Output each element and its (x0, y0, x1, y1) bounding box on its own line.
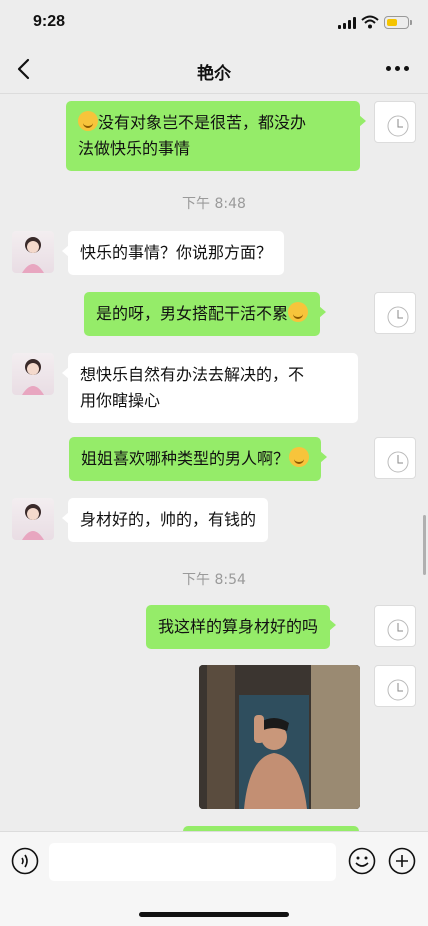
home-indicator (139, 912, 289, 917)
battery-tip (410, 20, 412, 25)
input-bar (0, 831, 428, 926)
signal-icon (338, 17, 356, 29)
battery-icon (384, 16, 409, 29)
message-bubble-me[interactable]: 是的呀，男女搭配干活不累 (84, 292, 327, 336)
message-line: 用你瞎操心 (80, 391, 161, 410)
emoji-icon[interactable] (348, 847, 376, 875)
status-bar: 9:28 (0, 0, 428, 44)
photo-message[interactable] (199, 665, 360, 809)
more-icon[interactable] (386, 66, 412, 72)
message-line: 想快乐自然有办法去解决的，不 (80, 365, 305, 384)
message-line: 没有对象岂不是很苦，都没办 (98, 113, 307, 132)
message-bubble-them[interactable]: 想快乐自然有办法去解决的，不 用你瞎操心 (62, 353, 358, 423)
message-input[interactable] (49, 843, 336, 881)
message-text: 姐姐喜欢哪种类型的男人啊？ (81, 449, 290, 468)
message-bubble-me[interactable]: 我这样的算身材好的吗 (146, 605, 337, 649)
contact-avatar[interactable] (12, 353, 54, 395)
smile-emoji (289, 447, 310, 467)
facepalm-emoji (78, 111, 98, 131)
status-time: 9:28 (33, 13, 66, 30)
contact-avatar[interactable] (12, 231, 54, 273)
timestamp: 下午 8:48 (182, 196, 246, 212)
plus-icon[interactable] (388, 847, 416, 875)
my-avatar[interactable] (374, 665, 416, 707)
voice-icon[interactable] (11, 847, 39, 875)
wifi-icon (361, 15, 379, 29)
my-avatar[interactable] (374, 437, 416, 479)
message-bubble-them[interactable]: 快乐的事情？你说那方面？ (61, 231, 285, 275)
contact-avatar[interactable] (12, 498, 54, 540)
chat-area[interactable]: 没有对象岂不是很苦，都没办 法做快乐的事情 下午 8:48 快乐的事情？你说那方… (0, 95, 428, 831)
message-line: 法做快乐的事情 (78, 139, 191, 158)
timestamp: 下午 8:54 (182, 572, 246, 588)
message-text: 是的呀，男女搭配干活不累 (96, 304, 289, 323)
nav-bar: 艳尒 (0, 44, 428, 94)
message-bubble-me[interactable]: 没有对象岂不是很苦，都没办 法做快乐的事情 (66, 101, 366, 171)
my-avatar[interactable] (374, 292, 416, 334)
my-avatar[interactable] (374, 101, 416, 143)
my-avatar[interactable] (374, 605, 416, 647)
message-bubble-me[interactable]: 姐姐喜欢哪种类型的男人啊？ (69, 437, 328, 481)
grin-emoji (288, 302, 309, 322)
chat-title: 艳尒 (197, 64, 231, 84)
scroll-indicator[interactable] (423, 515, 426, 575)
message-bubble-them[interactable]: 身材好的，帅的，有钱的 (61, 498, 269, 542)
